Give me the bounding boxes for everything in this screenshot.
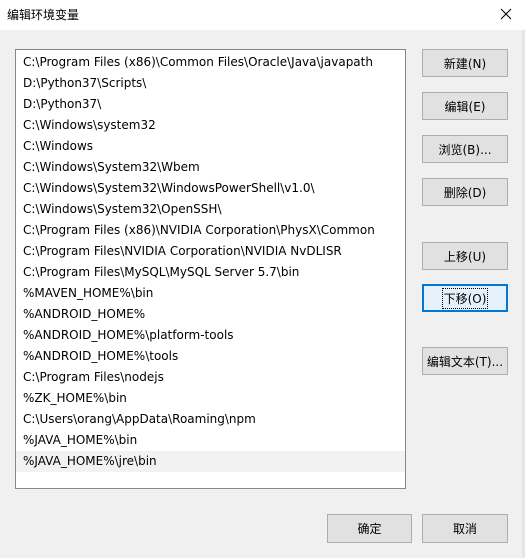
- path-list-item[interactable]: C:\Program Files\NVIDIA Corporation\NVID…: [16, 241, 405, 262]
- cancel-button-label: 取消: [452, 522, 477, 536]
- edit-text-button-label: 编辑文本(T)...: [426, 354, 504, 369]
- new-button-label: 新建(N): [443, 56, 487, 71]
- path-list-item[interactable]: C:\Windows\system32: [16, 115, 405, 136]
- title-bar: 编辑环境变量: [0, 0, 525, 30]
- new-button[interactable]: 新建(N): [422, 49, 508, 77]
- close-icon: [500, 8, 512, 20]
- path-list-item[interactable]: %JAVA_HOME%\jre\bin: [16, 451, 405, 472]
- path-list-item[interactable]: %ANDROID_HOME%: [16, 304, 405, 325]
- path-list-item[interactable]: C:\Program Files\MySQL\MySQL Server 5.7\…: [16, 262, 405, 283]
- path-list-item[interactable]: C:\Windows: [16, 136, 405, 157]
- edit-text-button[interactable]: 编辑文本(T)...: [422, 347, 508, 375]
- path-list-item[interactable]: C:\Program Files (x86)\Common Files\Orac…: [16, 52, 405, 73]
- cancel-button[interactable]: 取消: [422, 514, 508, 543]
- path-list[interactable]: C:\Program Files (x86)\Common Files\Orac…: [15, 49, 406, 489]
- close-button[interactable]: [493, 2, 519, 26]
- path-list-item[interactable]: %MAVEN_HOME%\bin: [16, 283, 405, 304]
- path-list-item[interactable]: D:\Python37\: [16, 94, 405, 115]
- browse-button[interactable]: 浏览(B)...: [422, 135, 508, 163]
- path-list-item[interactable]: C:\Windows\System32\WindowsPowerShell\v1…: [16, 178, 405, 199]
- path-list-item[interactable]: %JAVA_HOME%\bin: [16, 430, 405, 451]
- edit-button[interactable]: 编辑(E): [422, 92, 508, 120]
- path-list-item[interactable]: C:\Windows\System32\OpenSSH\: [16, 199, 405, 220]
- move-down-button-label: 下移(O): [441, 287, 489, 309]
- path-list-item[interactable]: C:\Users\orang\AppData\Roaming\npm: [16, 409, 405, 430]
- move-up-button-label: 上移(U): [443, 249, 487, 264]
- path-list-item[interactable]: C:\Windows\System32\Wbem: [16, 157, 405, 178]
- path-list-item[interactable]: %ANDROID_HOME%\platform-tools: [16, 325, 405, 346]
- move-up-button[interactable]: 上移(U): [422, 242, 508, 270]
- path-list-item[interactable]: C:\Program Files\nodejs: [16, 367, 405, 388]
- path-list-items: C:\Program Files (x86)\Common Files\Orac…: [16, 52, 405, 472]
- ok-button[interactable]: 确定: [327, 514, 412, 543]
- path-list-item[interactable]: %ZK_HOME%\bin: [16, 388, 405, 409]
- path-list-item[interactable]: %ANDROID_HOME%\tools: [16, 346, 405, 367]
- window-title: 编辑环境变量: [7, 8, 80, 22]
- delete-button-label: 删除(D): [443, 185, 487, 200]
- delete-button[interactable]: 删除(D): [422, 178, 508, 206]
- path-list-item[interactable]: C:\Program Files (x86)\NVIDIA Corporatio…: [16, 220, 405, 241]
- ok-button-label: 确定: [357, 522, 382, 536]
- edit-button-label: 编辑(E): [444, 99, 486, 114]
- path-list-item[interactable]: D:\Python37\Scripts\: [16, 73, 405, 94]
- edit-env-var-dialog: 编辑环境变量 C:\Program Files (x86)\Common Fil…: [0, 0, 525, 558]
- move-down-button[interactable]: 下移(O): [422, 284, 508, 312]
- browse-button-label: 浏览(B)...: [438, 142, 492, 157]
